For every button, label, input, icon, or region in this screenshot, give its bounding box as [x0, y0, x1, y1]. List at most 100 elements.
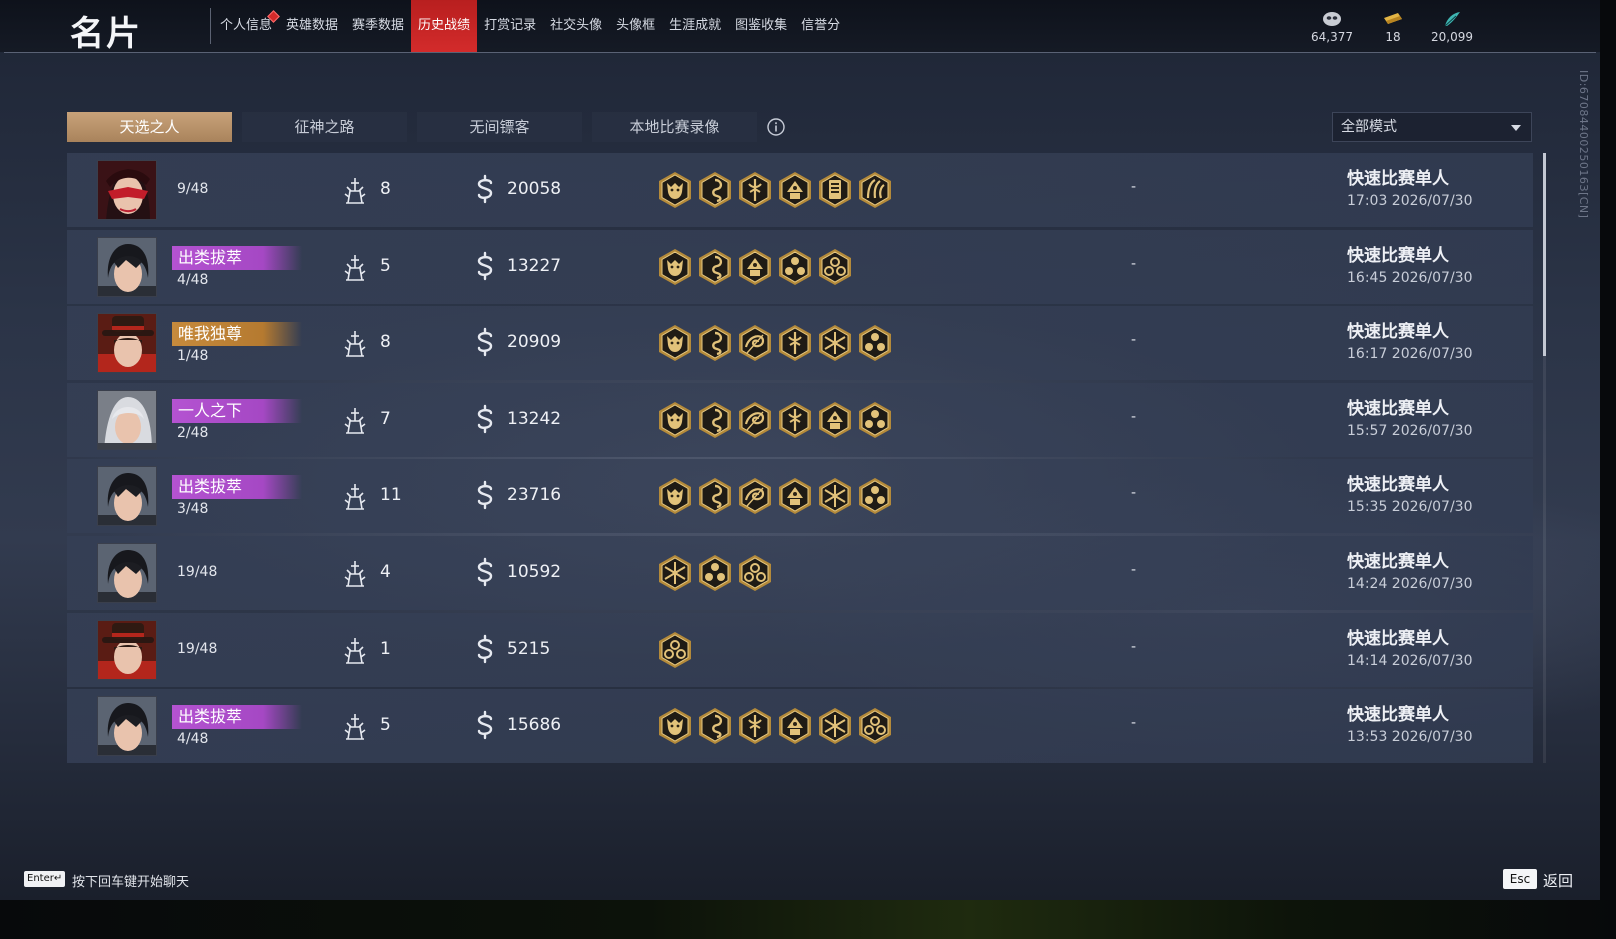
level-value: 8: [380, 179, 391, 199]
temple-trait-icon[interactable]: [775, 706, 815, 746]
star-burst-trait-icon[interactable]: [815, 706, 855, 746]
nav-tab-6[interactable]: 头像框: [609, 0, 662, 52]
extra-value: -: [1131, 332, 1137, 349]
nav-tab-4[interactable]: 打赏记录: [477, 0, 543, 52]
nav-tab-8[interactable]: 图鉴收集: [728, 0, 794, 52]
demon-trait-icon[interactable]: [655, 400, 695, 440]
swirl-trait-icon[interactable]: [735, 323, 775, 363]
avatar: [97, 466, 157, 527]
coin-icon: [474, 480, 496, 514]
spiral-trait-icon[interactable]: [695, 706, 735, 746]
mode-filter-dropdown[interactable]: 全部模式: [1332, 112, 1532, 142]
staff-trait-icon[interactable]: [735, 170, 775, 210]
match-row[interactable]: 9/48 8 20058 - 快速比赛单人 17:03 2026/07/30: [67, 153, 1533, 227]
cloud-trait-icon[interactable]: [855, 706, 895, 746]
placement: 2/48: [177, 424, 209, 441]
rank-title-badge: 出类拔萃: [172, 705, 302, 730]
esc-key[interactable]: Esc: [1503, 869, 1537, 889]
avatar: [97, 313, 157, 374]
subtab-3[interactable]: 本地比赛录像: [592, 112, 757, 142]
star-burst-trait-icon[interactable]: [655, 553, 695, 593]
temple-trait-icon[interactable]: [775, 170, 815, 210]
staff-trait-icon[interactable]: [735, 706, 775, 746]
trinity-trait-icon[interactable]: [855, 400, 895, 440]
match-mode: 快速比赛单人: [1347, 398, 1449, 419]
swirl-trait-icon[interactable]: [735, 400, 775, 440]
currency-1: 18: [1364, 8, 1422, 44]
match-mode: 快速比赛单人: [1347, 169, 1449, 189]
match-time: 17:03 2026/07/30: [1347, 193, 1473, 209]
swirl-trait-icon[interactable]: [735, 476, 775, 516]
match-history-list: 9/48 8 20058- 快速比赛单人 17:03 2026/07/30 出类拔萃 4/4…: [67, 153, 1533, 763]
level-value: 7: [380, 408, 391, 429]
scrollbar-thumb[interactable]: [1543, 153, 1546, 356]
spiral-trait-icon[interactable]: [695, 400, 735, 440]
level-value: 5: [380, 255, 391, 276]
match-row[interactable]: 出类拔萃 4/48 5 15686 - 快速比赛单人 13:53 2026/07/30: [67, 689, 1533, 763]
match-row[interactable]: 出类拔萃 3/48 11 23716 - 快速比赛单人 15:35 2026/07/30: [67, 459, 1533, 534]
cloud-trait-icon[interactable]: [815, 247, 855, 287]
demon-trait-icon[interactable]: [655, 706, 695, 746]
trait-list: [655, 247, 855, 287]
level-tower-icon: [342, 558, 368, 592]
top-divider: [4, 52, 1596, 53]
staff-trait-icon[interactable]: [775, 323, 815, 363]
nav-tab-5[interactable]: 社交头像: [543, 0, 609, 52]
coins-value: 20909: [507, 332, 562, 353]
level-tower-icon: [342, 481, 368, 515]
subtab-0[interactable]: 天选之人: [67, 112, 232, 142]
nav-tab-9[interactable]: 信誉分: [794, 0, 847, 52]
temple-trait-icon[interactable]: [735, 247, 775, 287]
cloud-trait-icon[interactable]: [655, 630, 695, 670]
right-edge: [1600, 0, 1616, 900]
level-value: 4: [380, 562, 391, 582]
temple-trait-icon[interactable]: [775, 476, 815, 516]
level-value: 1: [380, 638, 391, 659]
demon-trait-icon[interactable]: [655, 476, 695, 516]
coins-value: 5215: [507, 638, 551, 659]
demon-trait-icon[interactable]: [655, 247, 695, 287]
nav-tab-7[interactable]: 生涯成就: [662, 0, 728, 52]
trinity-trait-icon[interactable]: [855, 323, 895, 363]
staff-trait-icon[interactable]: [775, 400, 815, 440]
trinity-trait-icon[interactable]: [855, 476, 895, 516]
demon-trait-icon[interactable]: [655, 170, 695, 210]
spiral-trait-icon[interactable]: [695, 476, 735, 516]
match-row[interactable]: 19/48 1 5215 - 快速比赛单人 14:14 2026/07/30: [67, 612, 1533, 687]
spiral-trait-icon[interactable]: [695, 170, 735, 210]
level-tower-icon: [342, 328, 368, 362]
coin-icon: [474, 251, 496, 285]
match-row[interactable]: 一人之下 2/48 7 13242 - 快速比赛单人 15:57 2026/07/30: [67, 382, 1533, 457]
nav-tab-3[interactable]: 历史战绩: [411, 0, 478, 52]
match-row[interactable]: 19/48 4 10592 - 快速比赛单人 14:24 2026/07/30: [67, 536, 1533, 610]
trinity-trait-icon[interactable]: [775, 247, 815, 287]
match-mode: 快速比赛单人: [1347, 475, 1449, 496]
spiral-trait-icon[interactable]: [695, 247, 735, 287]
demon-trait-icon[interactable]: [655, 323, 695, 363]
subtab-1[interactable]: 征神之路: [242, 112, 407, 142]
back-button[interactable]: 返回: [1543, 870, 1573, 891]
star-burst-trait-icon[interactable]: [815, 323, 855, 363]
coins-value: 13242: [507, 408, 562, 429]
rank-title-badge: 一人之下: [172, 398, 302, 423]
match-row[interactable]: 出类拔萃 4/48 5 13227 - 快速比赛单人 16:45 2026/07/30: [67, 229, 1533, 304]
star-burst-trait-icon[interactable]: [815, 476, 855, 516]
cloud-trait-icon[interactable]: [735, 553, 775, 593]
scroll-trait-icon[interactable]: [815, 170, 855, 210]
placement: 9/48: [177, 181, 209, 197]
extra-value: -: [1131, 179, 1137, 195]
info-icon[interactable]: [766, 117, 786, 141]
claw-trait-icon[interactable]: [855, 170, 895, 210]
trait-list: [655, 706, 895, 746]
nav-tab-0[interactable]: 个人信息: [213, 0, 280, 52]
trinity-trait-icon[interactable]: [695, 553, 735, 593]
match-row[interactable]: 唯我独尊 1/48 8 20909 - 快速比赛单人 16:17 2026/07/30: [67, 306, 1533, 381]
extra-value: -: [1131, 715, 1137, 732]
temple-trait-icon[interactable]: [815, 400, 855, 440]
nav-tab-2[interactable]: 赛季数据: [345, 0, 411, 52]
extra-value: -: [1131, 255, 1137, 272]
subtab-2[interactable]: 无间镖客: [417, 112, 582, 142]
spiral-trait-icon[interactable]: [695, 323, 735, 363]
nav-tab-1[interactable]: 英雄数据: [279, 0, 345, 52]
coins-value: 23716: [507, 485, 562, 506]
